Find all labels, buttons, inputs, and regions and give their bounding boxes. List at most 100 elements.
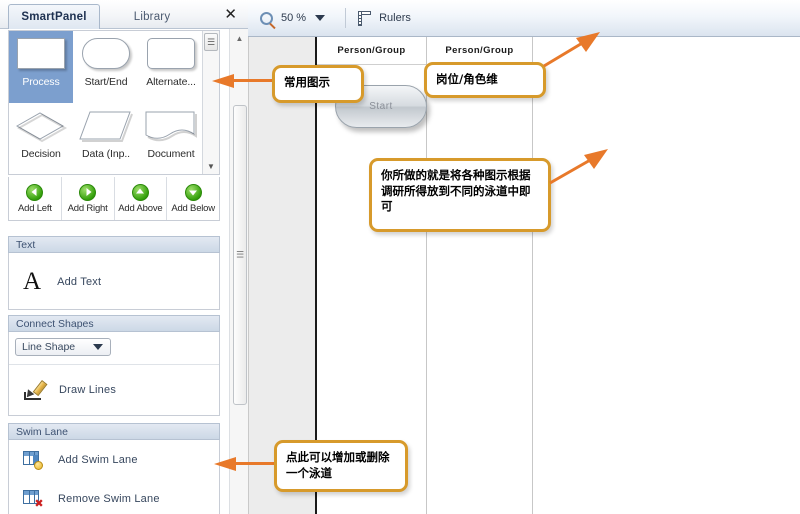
swimlane-1-header[interactable]: Person/Group bbox=[317, 37, 426, 65]
add-swim-lane-button[interactable]: Add Swim Lane bbox=[9, 440, 219, 479]
shape-item-label: Start/End bbox=[84, 76, 128, 88]
draw-lines-button[interactable]: Draw Lines bbox=[9, 365, 219, 415]
draw-lines-label: Draw Lines bbox=[59, 384, 117, 396]
pencil-icon bbox=[23, 378, 48, 402]
add-left-button[interactable]: Add Left bbox=[9, 177, 62, 220]
shape-item-label: Decision bbox=[21, 148, 61, 160]
section-text: Text A Add Text bbox=[8, 236, 220, 310]
toolbar-divider bbox=[345, 8, 347, 28]
panel-body: Process Start/End Alternate... Decision … bbox=[0, 29, 228, 514]
shape-gallery-row: Process Start/End Alternate... bbox=[9, 31, 203, 103]
shape-gallery-row: Decision Data (Inp.. Document bbox=[9, 103, 203, 174]
section-swim-lane: Swim Lane Add Swim Lane ✖ Remove Swim La… bbox=[8, 423, 220, 514]
gallery-scrollbar[interactable]: ☰ ▼ bbox=[202, 31, 219, 174]
section-connect-shapes: Connect Shapes Line Shape Draw Lines bbox=[8, 315, 220, 416]
section-text-body: A Add Text bbox=[8, 253, 220, 310]
close-icon[interactable]: ✕ bbox=[224, 7, 237, 23]
callout-swimlane-hint: 点此可以增加或删除一个泳道 bbox=[274, 440, 408, 492]
document-shape-icon bbox=[143, 108, 199, 145]
zoom-level-label: 50 % bbox=[281, 12, 307, 24]
shape-item-label: Process bbox=[22, 76, 60, 88]
add-below-label: Add Below bbox=[171, 202, 215, 214]
shape-item-label: Document bbox=[147, 148, 195, 160]
add-right-label: Add Right bbox=[67, 202, 108, 214]
callout-role-dimension: 岗位/角色维 bbox=[424, 62, 546, 98]
process-shape-icon bbox=[13, 36, 69, 73]
chevron-down-icon[interactable] bbox=[315, 15, 326, 21]
callout-instruction: 你所做的就是将各种图示根据调研所得放到不同的泳道中即可 bbox=[369, 158, 551, 232]
swimlane-2-header[interactable]: Person/Group bbox=[427, 37, 532, 65]
shape-item-decision[interactable]: Decision bbox=[9, 103, 73, 174]
callout-instruction-text: 你所做的就是将各种图示根据调研所得放到不同的泳道中即可 bbox=[381, 168, 531, 214]
gallery-scroll-down-icon[interactable]: ▼ bbox=[203, 159, 219, 173]
panel-tabstrip: SmartPanel Library ✕ bbox=[0, 0, 248, 29]
shape-item-document[interactable]: Document bbox=[139, 103, 203, 174]
shape-gallery: Process Start/End Alternate... Decision … bbox=[8, 30, 220, 175]
rulers-button[interactable]: Rulers bbox=[356, 10, 411, 26]
add-text-button[interactable]: A Add Text bbox=[9, 253, 219, 310]
scrollbar-grip-icon: ☰ bbox=[235, 249, 245, 260]
remove-swim-lane-button[interactable]: ✖ Remove Swim Lane bbox=[9, 479, 219, 514]
smartpanel-sidebar: SmartPanel Library ✕ Process Start/End A… bbox=[0, 0, 248, 514]
panel-scrollbar[interactable]: ▲ ☰ bbox=[229, 29, 248, 514]
callout-swimlane-hint-text: 点此可以增加或删除一个泳道 bbox=[286, 450, 390, 480]
add-right-button[interactable]: Add Right bbox=[62, 177, 115, 220]
add-text-label: Add Text bbox=[57, 275, 102, 288]
scroll-up-icon[interactable]: ▲ bbox=[232, 31, 247, 46]
shape-item-start-end[interactable]: Start/End bbox=[74, 31, 138, 103]
section-connect-title: Connect Shapes bbox=[8, 315, 220, 332]
arrow-down-icon bbox=[184, 183, 202, 201]
add-below-button[interactable]: Add Below bbox=[167, 177, 219, 220]
letter-a-icon: A bbox=[23, 268, 42, 295]
view-toolbar: 50 % Rulers bbox=[248, 0, 800, 37]
zoom-control[interactable]: 50 % bbox=[260, 11, 326, 25]
rulers-label: Rulers bbox=[379, 12, 411, 24]
add-above-label: Add Above bbox=[118, 202, 163, 214]
add-left-label: Add Left bbox=[17, 202, 52, 214]
shape-item-alternate[interactable]: Alternate... bbox=[139, 31, 203, 103]
remove-swimlane-icon: ✖ bbox=[23, 490, 44, 510]
section-text-title: Text bbox=[8, 236, 220, 253]
callout-common-shapes-text: 常用图示 bbox=[284, 75, 330, 89]
line-shape-dropdown-wrap: Line Shape bbox=[9, 332, 219, 360]
magnifier-icon bbox=[260, 11, 273, 25]
section-connect-body: Line Shape Draw Lines bbox=[8, 332, 220, 416]
tab-smartpanel[interactable]: SmartPanel bbox=[8, 4, 100, 29]
swimlane-3[interactable] bbox=[533, 37, 800, 514]
callout-role-dimension-text: 岗位/角色维 bbox=[436, 72, 498, 86]
tab-library-label: Library bbox=[133, 10, 171, 23]
tab-smartpanel-label: SmartPanel bbox=[21, 11, 87, 23]
tab-library[interactable]: Library bbox=[108, 4, 196, 29]
decision-shape-icon bbox=[13, 108, 69, 145]
ruler-icon bbox=[356, 10, 372, 26]
section-swimlane-title: Swim Lane bbox=[8, 423, 220, 440]
shape-gallery-grid: Process Start/End Alternate... Decision … bbox=[9, 31, 203, 174]
panel-scrollbar-thumb[interactable]: ☰ bbox=[233, 105, 247, 405]
add-shape-buttons: Add Left Add Right Add Above Add Below bbox=[8, 177, 220, 221]
app-root: SmartPanel Library ✕ Process Start/End A… bbox=[0, 0, 800, 514]
section-swimlane-body: Add Swim Lane ✖ Remove Swim Lane bbox=[8, 440, 220, 514]
line-shape-dropdown-value: Line Shape bbox=[22, 341, 76, 353]
arrow-left-icon bbox=[26, 183, 44, 201]
gallery-scrollbar-thumb[interactable]: ☰ bbox=[204, 33, 218, 51]
annotation-arrow-3 bbox=[548, 145, 616, 187]
swimlane-header-label: Person/Group bbox=[337, 45, 406, 56]
annotation-arrow-2 bbox=[542, 28, 604, 70]
chevron-down-icon bbox=[93, 344, 103, 350]
callout-common-shapes: 常用图示 bbox=[272, 65, 364, 103]
data-input-shape-icon bbox=[78, 108, 134, 145]
arrow-right-icon bbox=[79, 183, 97, 201]
shape-item-process[interactable]: Process bbox=[9, 31, 73, 103]
annotation-arrow-1 bbox=[212, 74, 274, 88]
start-end-shape-icon bbox=[78, 36, 134, 73]
line-shape-dropdown[interactable]: Line Shape bbox=[15, 338, 111, 356]
start-shape-label: Start bbox=[369, 101, 393, 112]
shape-item-label: Alternate... bbox=[146, 76, 196, 88]
shape-item-data-input[interactable]: Data (Inp.. bbox=[74, 103, 138, 174]
add-swim-lane-label: Add Swim Lane bbox=[58, 453, 138, 466]
add-swimlane-icon bbox=[23, 451, 43, 470]
add-above-button[interactable]: Add Above bbox=[115, 177, 168, 220]
swimlane-2[interactable]: Person/Group bbox=[427, 37, 533, 514]
shape-item-label: Data (Inp.. bbox=[82, 148, 130, 160]
annotation-arrow-4 bbox=[214, 457, 276, 471]
